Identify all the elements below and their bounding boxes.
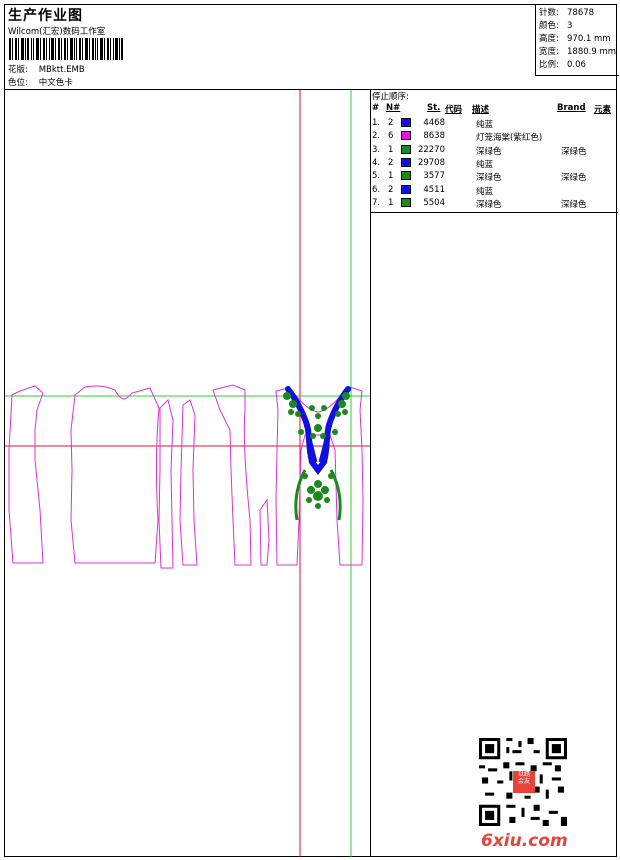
sequence-row: 1. 2 4468 纯蓝: [371, 118, 617, 131]
col-desc: 描述: [472, 105, 490, 115]
pattern-piece-3: [158, 399, 174, 569]
row-description: 深绿色: [476, 199, 502, 210]
stat-colors: 颜色: 3: [539, 21, 573, 31]
pattern-piece-4: [179, 399, 198, 566]
row-description: 深绿色: [476, 146, 502, 157]
pattern-piece-2: [70, 385, 160, 564]
pattern-label: 花版:: [8, 65, 28, 75]
row-stitches: 4468: [423, 118, 445, 128]
stop-sequence-title: 停止顺序:: [372, 92, 409, 102]
row-needle: 2: [388, 157, 394, 168]
row-description: 深绿色: [476, 173, 502, 184]
sequence-row: 4. 2 29708 纯蓝: [371, 157, 617, 171]
row-needle: 6: [388, 131, 394, 142]
page-title: 生产作业图: [8, 8, 83, 24]
row-stitches: 4511: [423, 184, 445, 195]
pattern-piece-6: [259, 498, 270, 566]
row-needle: 2: [388, 184, 394, 195]
row-brand: 深绿色: [561, 199, 587, 210]
sequence-row: 6. 2 4511 纯蓝: [371, 184, 617, 198]
production-sheet: 生产作业图 Wilcom(汇宏)数码工作室 花版: MBktt.EMB 色位: …: [4, 4, 619, 857]
row-num: 1.: [372, 118, 381, 128]
row-num: 6.: [372, 184, 381, 195]
stat-stitches: 针数: 78678: [539, 8, 595, 18]
row-num: 7.: [372, 197, 381, 208]
row-description: 灯笼海棠(紫红色): [476, 133, 543, 144]
sequence-row: 2. 6 8638 灯笼海棠(紫红色): [371, 131, 617, 144]
row-stitches: 29708: [417, 157, 445, 168]
row-stitches: 5504: [423, 197, 445, 208]
site-watermark: 6xiu.com: [481, 831, 568, 851]
color-swatch: [401, 171, 411, 181]
header: 生产作业图 Wilcom(汇宏)数码工作室 花版: MBktt.EMB 色位: …: [5, 5, 619, 90]
pattern-piece-5: [212, 384, 252, 566]
seal-stamp: 以绣 会友: [513, 771, 535, 793]
colorway-label: 色位:: [8, 78, 28, 88]
stat-width: 宽度: 1880.9 mm: [539, 47, 617, 57]
row-stitches: 22270: [417, 144, 445, 155]
row-stitches: 3577: [423, 171, 445, 182]
row-num: 2.: [372, 131, 381, 142]
color-swatch: [401, 131, 411, 141]
color-swatch: [401, 157, 411, 167]
row-needle: 1: [388, 144, 394, 155]
stat-height: 高度: 970.1 mm: [539, 34, 611, 44]
col-n: N#: [386, 103, 401, 113]
pattern-value: MBktt.EMB: [38, 65, 85, 75]
row-num: 3.: [372, 144, 381, 155]
pattern-piece-1: [8, 385, 44, 564]
row-num: 4.: [372, 157, 381, 168]
col-st: St.: [427, 103, 441, 113]
row-description: 纯蓝: [476, 159, 494, 170]
stat-scale: 比例: 0.06: [539, 60, 586, 70]
col-num: #: [372, 103, 380, 113]
color-swatch: [401, 197, 411, 207]
color-swatch: [401, 184, 411, 194]
embroidery-design-view: [5, 90, 370, 857]
sequence-table-border: [371, 212, 618, 213]
embroidery-motif: [283, 386, 351, 521]
sequence-row: 5. 1 3577 深绿色 深绿色: [371, 171, 617, 184]
color-swatch: [401, 144, 411, 154]
company-name: Wilcom(汇宏)数码工作室: [8, 27, 106, 37]
row-brand: 深绿色: [561, 173, 587, 184]
row-num: 5.: [372, 171, 381, 182]
row-needle: 1: [388, 197, 394, 208]
stats-box: 针数: 78678 颜色: 3 高度: 970.1 mm 宽度: 1880.9 mm 比…: [535, 5, 619, 76]
color-swatch: [401, 118, 411, 127]
row-needle: 2: [388, 118, 394, 128]
col-code: 代码: [445, 105, 463, 115]
pattern-line: 花版: MBktt.EMB: [8, 63, 85, 75]
colorway-value: 中文色卡: [38, 78, 73, 88]
col-element: 元素: [594, 105, 612, 115]
row-description: 纯蓝: [476, 186, 494, 197]
row-stitches: 8638: [423, 131, 445, 142]
row-brand: 深绿色: [561, 146, 587, 157]
col-brand: Brand: [557, 103, 586, 113]
row-needle: 1: [388, 171, 394, 182]
sequence-row: 7. 1 5504 深绿色 深绿色: [371, 197, 617, 211]
row-description: 纯蓝: [476, 120, 494, 130]
sequence-row: 3. 1 22270 深绿色 深绿色: [371, 144, 617, 158]
barcode-icon: [9, 38, 123, 60]
pattern-pieces: [8, 384, 364, 569]
colorway-line: 色位: 中文色卡: [8, 76, 73, 88]
